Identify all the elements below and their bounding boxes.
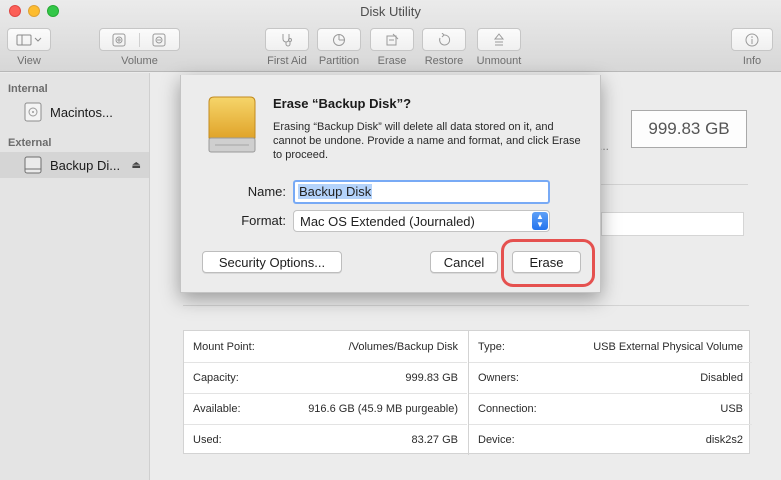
first-aid-button[interactable] (265, 28, 309, 51)
chevron-updown-icon: ▲ ▼ (532, 212, 548, 230)
view-button[interactable] (7, 28, 51, 51)
info-row-used: Used: 83.27 GB (184, 424, 467, 455)
name-input-value: Backup Disk (298, 184, 373, 199)
restore-label: Restore (424, 55, 464, 67)
restore-button[interactable] (422, 28, 466, 51)
eject-icon (492, 32, 506, 47)
info-row-device: Device: disk2s2 (469, 424, 752, 455)
stethoscope-icon (280, 33, 294, 47)
info-label: Capacity: (193, 372, 239, 384)
usage-bar (601, 212, 744, 236)
info-value: USB External Physical Volume (593, 340, 743, 353)
format-select-value: Mac OS Extended (Journaled) (300, 213, 475, 229)
info-label: Connection: (478, 403, 537, 415)
sidebar-item-label: Macintos... (50, 104, 113, 120)
highlight-annotation (501, 239, 595, 287)
info-column-right: Type: USB External Physical Volume Owner… (468, 331, 752, 455)
info-row-type: Type: USB External Physical Volume (469, 331, 752, 362)
info-label: Owners: (478, 372, 519, 384)
erase-disk-icon (385, 33, 399, 47)
sidebar-header-internal: Internal (8, 83, 48, 95)
info-label: Available: (193, 403, 241, 415)
erase-toolbar-label: Erase (377, 55, 407, 67)
format-label: Format: (241, 213, 286, 228)
info-button[interactable] (731, 28, 773, 51)
info-value: 83.27 GB (411, 434, 458, 446)
info-value: 999.83 GB (405, 372, 458, 384)
unmount-label: Unmount (476, 55, 522, 67)
erase-toolbar-button[interactable] (370, 28, 414, 51)
view-label: View (17, 55, 41, 67)
volume-label: Volume (121, 55, 158, 67)
info-table: Mount Point: /Volumes/Backup Disk Capaci… (183, 330, 752, 455)
erase-dialog: Erase “Backup Disk”? Erasing “Backup Dis… (180, 75, 601, 293)
dialog-message: Erasing “Backup Disk” will delete all da… (273, 121, 581, 161)
first-aid-label: First Aid (267, 55, 307, 67)
external-drive-icon (205, 96, 259, 159)
info-label: Device: (478, 434, 515, 446)
info-label: Used: (193, 434, 222, 446)
info-row-capacity: Capacity: 999.83 GB (184, 362, 467, 393)
info-column-left: Mount Point: /Volumes/Backup Disk Capaci… (184, 331, 467, 455)
sidebar-header-external: External (8, 137, 52, 149)
info-row-available: Available: 916.6 GB (45.9 MB purgeable) (184, 393, 467, 424)
external-disk-icon (24, 155, 42, 175)
restore-arrow-icon (437, 32, 451, 47)
dialog-title: Erase “Backup Disk”? (273, 96, 412, 111)
partition-button[interactable] (317, 28, 361, 51)
info-label: Mount Point: (193, 340, 255, 353)
sidebar-toggle-icon (16, 34, 42, 46)
title-bar: Disk Utility View Volume First Aid Parti… (0, 0, 781, 72)
cancel-button[interactable]: Cancel (430, 251, 498, 273)
eject-icon[interactable]: ⏏ (132, 160, 141, 171)
sidebar-item-macintosh-hd[interactable]: Macintos... (0, 99, 149, 125)
name-label: Name: (247, 184, 286, 199)
info-row-mount-point: Mount Point: /Volumes/Backup Disk (184, 331, 467, 362)
info-value: /Volumes/Backup Disk (348, 340, 458, 353)
info-row-owners: Owners: Disabled (469, 362, 752, 393)
sidebar-item-backup-disk[interactable]: Backup Di... ⏏ (0, 152, 149, 178)
info-icon (745, 33, 759, 47)
info-label: Type: (478, 340, 505, 353)
pie-partition-icon (332, 33, 346, 47)
info-row-connection: Connection: USB (469, 393, 752, 424)
format-select[interactable]: Mac OS Extended (Journaled) ▲ ▼ (293, 210, 550, 232)
volume-segmented-control (99, 28, 180, 51)
window-title: Disk Utility (360, 4, 421, 19)
info-value: 916.6 GB (45.9 MB purgeable) (308, 403, 458, 415)
info-value: disk2s2 (705, 434, 743, 446)
sidebar: Internal Macintos... External Backup Di.… (0, 73, 150, 480)
sidebar-item-label: Backup Di... (50, 157, 121, 173)
unmount-button[interactable] (477, 28, 521, 51)
info-value: Disabled (700, 372, 743, 384)
info-value: USB (720, 403, 743, 415)
divider (600, 184, 748, 185)
divider (183, 305, 749, 306)
partition-label: Partition (318, 55, 360, 67)
add-volume-icon[interactable] (100, 32, 140, 47)
internal-disk-icon (24, 102, 42, 122)
remove-volume-icon[interactable] (140, 33, 180, 47)
security-options-button[interactable]: Security Options... (202, 251, 342, 273)
name-input[interactable]: Backup Disk (293, 180, 550, 204)
capacity-display: 999.83 GB (631, 110, 747, 148)
info-label: Info (742, 55, 762, 67)
